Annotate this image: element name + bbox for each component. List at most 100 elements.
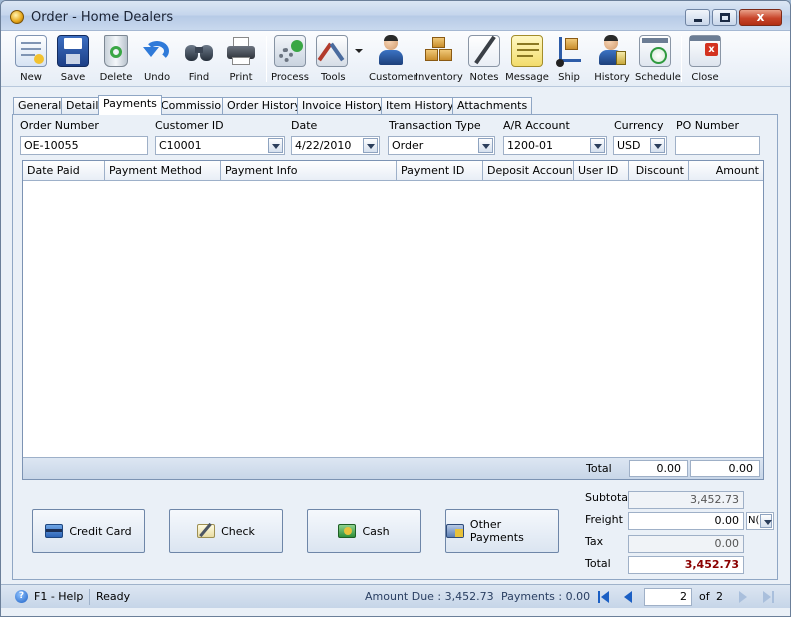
process-label: Process [271, 72, 309, 83]
ship-button[interactable]: Ship [551, 33, 587, 85]
subtotal-label: Subtotal [585, 491, 632, 504]
freight-tax-code-select[interactable]: N( [746, 512, 774, 530]
maximize-icon [720, 13, 730, 22]
credit-card-button[interactable]: Credit Card [32, 509, 145, 553]
other-payments-icon [446, 524, 464, 538]
recycle-bin-icon [104, 35, 128, 67]
order-window: Order - Home Dealers x New Save Delete U… [0, 0, 791, 617]
minimize-button[interactable] [685, 9, 710, 26]
hand-truck-icon [553, 35, 585, 67]
tools-button[interactable]: Tools [313, 33, 367, 85]
col-payment-method[interactable]: Payment Method [105, 161, 221, 180]
col-payment-id[interactable]: Payment ID [397, 161, 483, 180]
tab-order-history[interactable]: Order History [222, 97, 306, 114]
tab-general[interactable]: General [13, 97, 67, 114]
chevron-down-icon[interactable] [268, 138, 283, 153]
minimize-icon [694, 19, 702, 22]
payments-grid[interactable]: Date Paid Payment Method Payment Info Pa… [22, 160, 764, 480]
col-discount[interactable]: Discount [629, 161, 689, 180]
check-button[interactable]: Check [169, 509, 283, 553]
col-date-paid[interactable]: Date Paid [23, 161, 105, 180]
freight-label: Freight [585, 513, 623, 526]
transaction-type-label: Transaction Type [389, 119, 481, 132]
status-divider [89, 589, 90, 605]
new-label: New [20, 72, 42, 83]
ar-account-select[interactable]: 1200-01 [503, 136, 607, 155]
page-number-field[interactable]: 2 [644, 588, 692, 606]
chevron-down-icon[interactable] [363, 138, 378, 153]
tools-dropdown-icon[interactable] [355, 49, 363, 53]
subtotal-value: 3,452.73 [628, 491, 744, 509]
delete-button[interactable]: Delete [97, 33, 135, 85]
window-title: Order - Home Dealers [31, 10, 174, 25]
currency-select[interactable]: USD [613, 136, 667, 155]
window-controls: x [685, 9, 782, 26]
freight-field[interactable]: 0.00 [628, 512, 744, 530]
amount-due-text: Amount Due : 3,452.73 [365, 590, 494, 603]
app-icon[interactable] [10, 10, 24, 24]
total-value: 3,452.73 [628, 556, 744, 574]
col-user-id[interactable]: User ID [574, 161, 629, 180]
new-button[interactable]: New [13, 33, 49, 85]
undo-button[interactable]: Undo [139, 33, 175, 85]
schedule-button[interactable]: Schedule [635, 33, 681, 85]
chevron-down-icon[interactable] [478, 138, 493, 153]
tab-payments[interactable]: Payments [98, 95, 162, 115]
notepad-pen-icon [468, 35, 500, 67]
title-bar[interactable]: Order - Home Dealers x [1, 1, 790, 31]
next-page-icon[interactable] [739, 591, 751, 603]
first-page-icon[interactable] [598, 591, 610, 603]
customer-id-select[interactable]: C10001 [155, 136, 285, 155]
customer-button[interactable]: Customer [369, 33, 418, 85]
cash-button[interactable]: Cash [307, 509, 421, 553]
tax-value: 0.00 [628, 535, 744, 553]
undo-arrow-icon [141, 35, 173, 67]
customer-label: Customer [369, 72, 418, 83]
col-amount[interactable]: Amount [689, 161, 763, 180]
toolbar: New Save Delete Undo Find Print Process … [1, 31, 790, 87]
history-person-icon [596, 35, 628, 67]
close-button[interactable]: x Close [687, 33, 723, 85]
print-label: Print [229, 72, 253, 83]
chevron-down-icon[interactable] [590, 138, 605, 153]
message-button[interactable]: Message [505, 33, 549, 85]
grid-total-label: Total [586, 462, 612, 475]
help-label[interactable]: F1 - Help [34, 590, 83, 603]
close-label: Close [691, 72, 719, 83]
col-payment-info[interactable]: Payment Info [221, 161, 397, 180]
undo-label: Undo [143, 72, 171, 83]
process-button[interactable]: Process [271, 33, 309, 85]
previous-page-icon[interactable] [624, 591, 636, 603]
help-icon[interactable]: ? [15, 590, 28, 603]
other-payments-label: Other Payments [469, 518, 524, 544]
credit-card-label: Credit Card [69, 524, 132, 538]
tab-attachments[interactable]: Attachments [452, 97, 533, 114]
tools-icon [316, 35, 348, 67]
order-number-field[interactable]: OE-10055 [20, 136, 148, 155]
page-of-label: of [699, 590, 710, 603]
customer-person-icon [375, 35, 407, 67]
chevron-down-icon[interactable] [760, 514, 772, 528]
print-button[interactable]: Print [223, 33, 259, 85]
check-pen-icon [197, 522, 216, 538]
col-deposit-account[interactable]: Deposit Account [483, 161, 574, 180]
gears-icon [274, 35, 306, 67]
tab-item-history[interactable]: Item History [381, 97, 459, 114]
inventory-button[interactable]: Inventory [415, 33, 463, 85]
last-page-icon[interactable] [763, 591, 775, 603]
save-button[interactable]: Save [55, 33, 91, 85]
transaction-type-select[interactable]: Order [388, 136, 495, 155]
find-button[interactable]: Find [181, 33, 217, 85]
message-label: Message [505, 72, 549, 83]
history-button[interactable]: History [593, 33, 631, 85]
date-picker[interactable]: 4/22/2010 [291, 136, 380, 155]
cash-money-icon [338, 524, 357, 538]
ar-account-label: A/R Account [503, 119, 570, 132]
chevron-down-icon[interactable] [650, 138, 665, 153]
notes-button[interactable]: Notes [465, 33, 503, 85]
maximize-button[interactable] [712, 9, 737, 26]
other-payments-button[interactable]: Other Payments [445, 509, 559, 553]
tab-invoice-history[interactable]: Invoice History [297, 97, 389, 114]
po-number-field[interactable] [675, 136, 760, 155]
close-window-button[interactable]: x [739, 9, 782, 26]
